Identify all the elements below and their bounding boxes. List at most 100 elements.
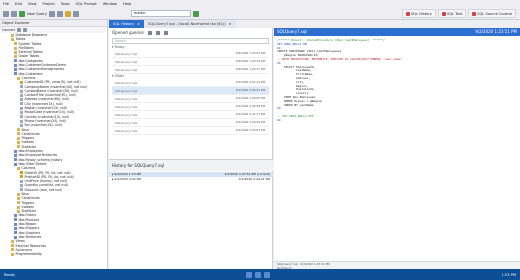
document-tab[interactable]: SQLQuery7.sql - (local).Northwind (sa (6… xyxy=(144,20,236,28)
sql-history-title: History for SQLQuery7.sql xyxy=(109,159,273,171)
col-icon xyxy=(20,110,23,114)
history-row[interactable]: SQLQuery7.sql 9/2/2020 1:23:51 PM xyxy=(112,50,269,58)
history-row[interactable]: SQLQuery7.sql 9/1/2020 4:44:21 PM xyxy=(112,87,269,95)
history-row[interactable]: SQLQuery7.sql 9/1/2020 4:32:58 PM xyxy=(112,103,269,111)
close-icon[interactable]: × xyxy=(137,20,140,28)
tree-node[interactable]: Programmability xyxy=(2,252,107,256)
document-tabs: SQL History × SQLQuery7.sql - (local).Nort… xyxy=(109,20,520,28)
history-row[interactable]: SQLQuery7.sql 9/1/2020 4:40:05 PM xyxy=(112,95,269,103)
folder-icon xyxy=(17,201,20,205)
save-icon[interactable] xyxy=(48,10,55,17)
app-icon[interactable] xyxy=(246,271,253,278)
code-line: GO xyxy=(277,117,281,122)
refresh-icon[interactable] xyxy=(155,30,160,35)
tree-node-label: Fax (nvarchar(24), null) xyxy=(24,123,62,128)
col-icon xyxy=(20,106,23,110)
history-row[interactable]: SQLQuery7.sql 9/2/2020 1:22:37 PM xyxy=(112,66,269,74)
object-explorer-title: Object Explorer xyxy=(0,20,107,27)
folder-icon xyxy=(17,141,20,145)
folder-icon xyxy=(17,205,20,209)
database-combo[interactable]: master xyxy=(130,10,191,17)
sql-history-tab[interactable]: SQL History xyxy=(401,9,436,18)
new-query-button[interactable]: New Query xyxy=(27,12,47,16)
menu-item-help[interactable]: Help xyxy=(123,2,131,6)
folder-icon xyxy=(17,128,20,132)
folder-icon xyxy=(14,42,17,46)
refresh-icon[interactable] xyxy=(17,28,22,32)
table-icon xyxy=(14,231,17,235)
settings-icon[interactable] xyxy=(163,30,168,35)
menu-item-file[interactable]: File xyxy=(3,2,9,6)
status-bar: Ready 1:23 PM xyxy=(0,269,520,280)
menu-bar: File Edit View Project Tools SQL Prompt Window… xyxy=(0,0,520,8)
sql-test-tab[interactable]: SQL Test xyxy=(437,9,467,18)
menu-item-view[interactable]: View xyxy=(28,2,37,6)
key-icon xyxy=(20,175,23,179)
sql-history-icon xyxy=(405,11,410,16)
col-icon xyxy=(20,98,23,102)
history-row[interactable]: SQLQuery7.sql 9/1/2020 4:31:17 PM xyxy=(112,111,269,119)
folder-icon xyxy=(14,55,17,59)
menu-item-project[interactable]: Project xyxy=(43,2,55,6)
open-icon[interactable] xyxy=(56,10,63,17)
preview-footer: SQLQuery7.sql - 9/2/2020 1:23:51 PM Nort… xyxy=(274,261,520,270)
folder-icon xyxy=(17,209,20,213)
menu-item-tools[interactable]: Tools xyxy=(61,2,70,6)
history-row[interactable]: SQLQuery7.sql 9/2/2020 1:23:44 PM xyxy=(112,58,269,66)
history-timestamp: 9/2/2020 1:23:44 PM xyxy=(235,59,265,63)
menu-item-window[interactable]: Window xyxy=(103,2,117,6)
filter-icon[interactable] xyxy=(23,28,28,32)
col-icon xyxy=(20,184,23,188)
undo-icon[interactable] xyxy=(64,10,71,17)
col-icon xyxy=(20,93,23,97)
sql-history-label: ▸ 9/1/2020 4:44 PM xyxy=(112,177,141,181)
key-icon xyxy=(20,80,23,84)
history-timestamp: 9/2/2020 1:23:51 PM xyxy=(235,51,265,55)
menu-item-edit[interactable]: Edit xyxy=(15,2,22,6)
history-search-input[interactable]: Search xyxy=(112,38,269,44)
folder-icon xyxy=(17,166,20,170)
table-icon xyxy=(14,162,17,166)
folder-icon xyxy=(11,252,14,256)
table-icon xyxy=(14,214,17,218)
folder-icon xyxy=(11,248,14,252)
table-icon xyxy=(14,235,17,239)
col-icon xyxy=(20,123,23,127)
forward-icon[interactable] xyxy=(11,10,17,17)
preview-header: SQLQuery7.sql 9/2/2020 1:23:51 PM xyxy=(274,28,520,36)
menu-item-sql-prompt[interactable]: SQL Prompt xyxy=(76,2,97,6)
history-timestamp: 9/1/2020 4:31:17 PM xyxy=(235,112,265,116)
history-timestamp: 9/1/2020 4:25:03 PM xyxy=(235,128,265,132)
status-text: Ready xyxy=(4,272,16,277)
col-icon xyxy=(20,119,23,123)
folder-icon xyxy=(11,33,14,37)
query-preview: SQLQuery7.sql 9/2/2020 1:23:51 PM /*****… xyxy=(274,28,520,270)
folder-icon xyxy=(11,239,14,243)
sql-history-list: ▸ 9/2/2020 1:23 PM 9/2/2020 1:23:51 PM (c… xyxy=(109,172,273,182)
execute-icon[interactable] xyxy=(192,10,199,17)
document-tab[interactable]: SQL History × xyxy=(109,20,145,28)
history-timestamp: 9/1/2020 4:44:21 PM xyxy=(235,88,265,92)
table-icon xyxy=(14,72,17,76)
close-icon[interactable]: × xyxy=(229,20,232,28)
history-row[interactable]: SQLQuery7.sql 9/1/2020 4:25:03 PM xyxy=(112,127,269,135)
back-icon[interactable] xyxy=(3,10,9,17)
history-row[interactable]: SQLQuery7.sql 9/1/2020 4:51:12 PM xyxy=(112,79,269,87)
history-timestamp: 9/1/2020 4:40:05 PM xyxy=(235,96,265,100)
new-query-icon[interactable] xyxy=(19,10,25,17)
code-editor[interactable]: /****** Object: StoredProcedure [dbo].[G… xyxy=(274,36,520,126)
sql-source-control-tab[interactable]: SQL Source Control xyxy=(468,9,516,18)
table-icon xyxy=(14,227,17,230)
history-header: Opened queries xyxy=(109,28,272,37)
app-icon[interactable] xyxy=(255,271,262,278)
redo-icon[interactable] xyxy=(72,10,79,17)
table-icon xyxy=(14,218,17,222)
history-row[interactable]: SQLQuery7.sql 9/1/2020 4:29:40 PM xyxy=(112,119,269,127)
sql-history-row[interactable]: ▸ 9/1/2020 4:44 PM 9/1/2020 4:44:21 PM xyxy=(109,177,273,182)
history-timestamp: 9/2/2020 1:22:37 PM xyxy=(235,67,265,71)
folder-icon xyxy=(14,50,17,54)
app-icon[interactable] xyxy=(264,271,271,278)
connect-button[interactable]: Connect xyxy=(2,28,15,32)
list-view-icon[interactable] xyxy=(147,30,152,35)
folder-icon xyxy=(17,132,20,136)
